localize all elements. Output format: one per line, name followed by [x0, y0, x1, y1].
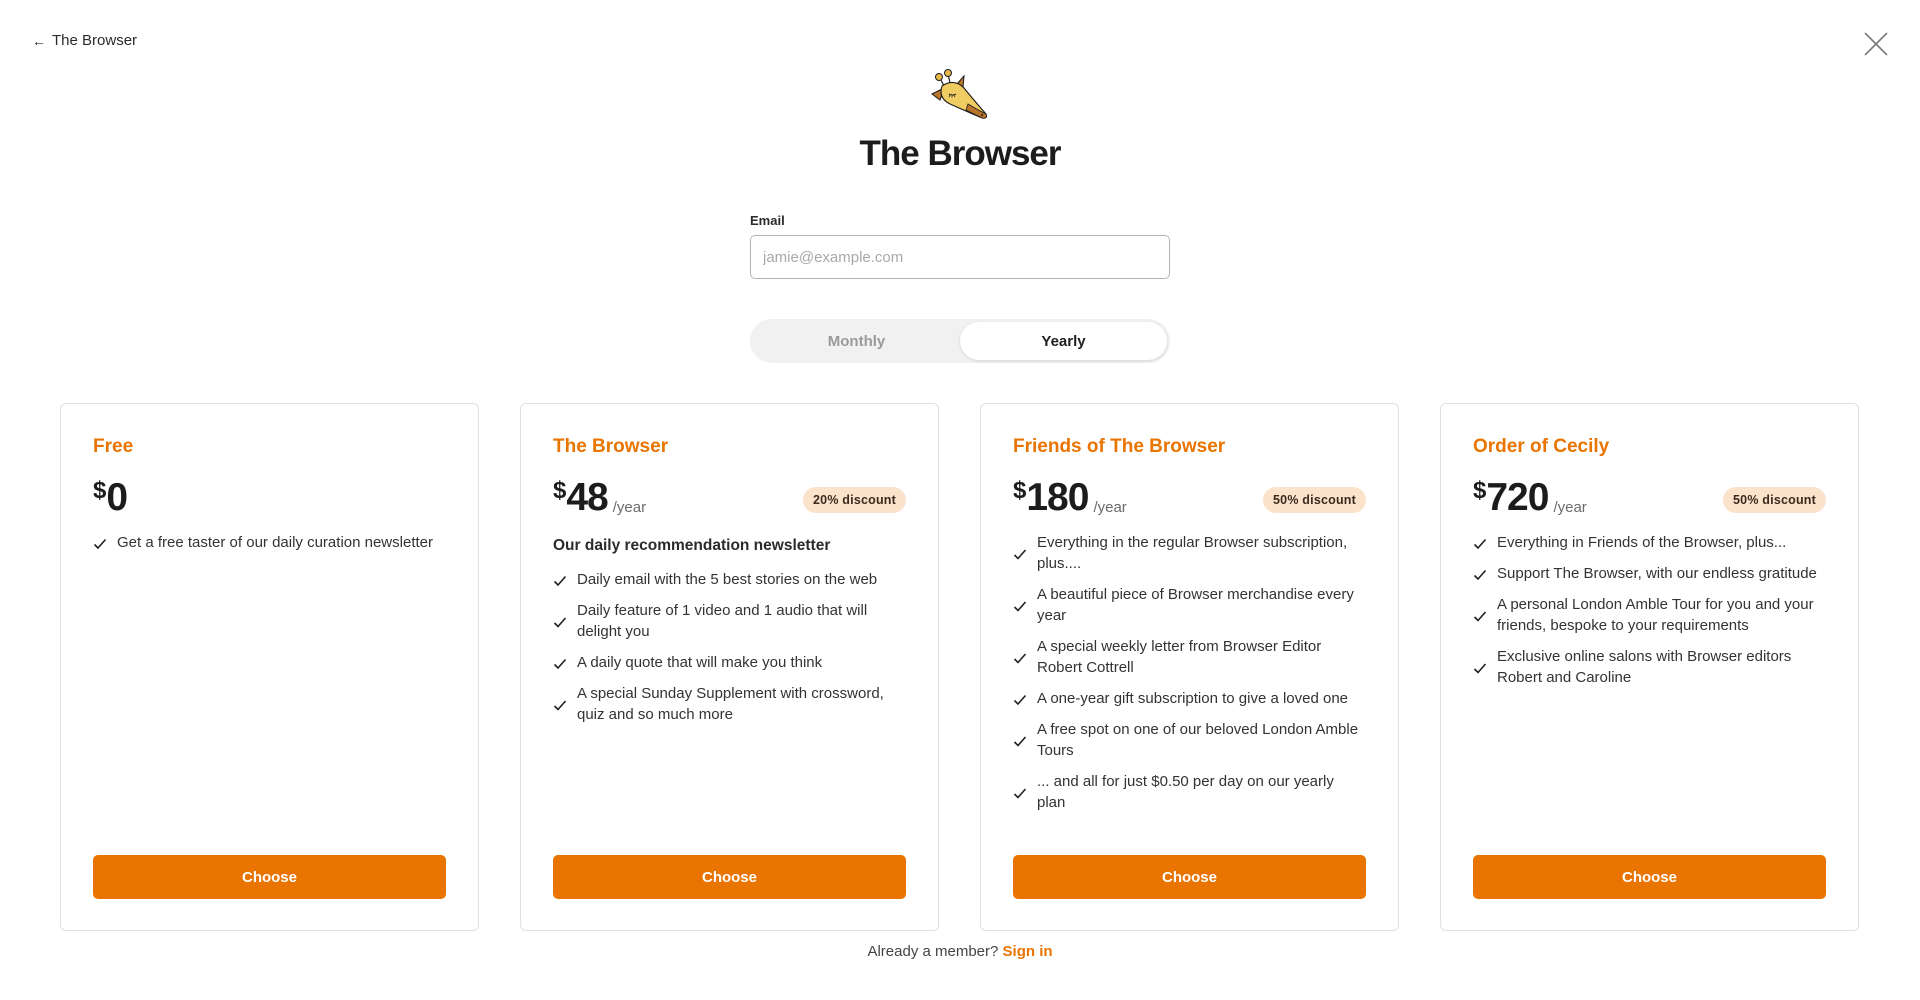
feature-item: Everything in the regular Browser subscr…	[1013, 532, 1366, 574]
plan-name: Free	[93, 436, 134, 457]
plan-card-free: Free $ 0 Get a free taster of our daily …	[60, 403, 479, 931]
check-icon	[1473, 569, 1487, 581]
feature-item: A special weekly letter from Browser Edi…	[1013, 636, 1366, 678]
feature-item: Exclusive online salons with Browser edi…	[1473, 646, 1826, 688]
price-row: $ 180 /year 50% discount	[1013, 478, 1366, 518]
toggle-monthly[interactable]: Monthly	[753, 322, 960, 360]
plan-subtitle: Our daily recommendation newsletter	[553, 537, 831, 554]
feature-text: ... and all for just $0.50 per day on ou…	[1037, 773, 1334, 811]
check-icon	[1013, 653, 1027, 664]
feature-item: A special Sunday Supplement with crosswo…	[553, 683, 906, 725]
price-amount: 0	[106, 476, 128, 519]
close-icon	[1864, 32, 1888, 56]
plan-name: Order of Cecily	[1473, 436, 1610, 457]
check-icon	[1473, 611, 1487, 622]
feature-text: Everything in the regular Browser subscr…	[1037, 534, 1348, 572]
choose-button-the-browser[interactable]: Choose	[553, 855, 906, 899]
close-button[interactable]	[1862, 30, 1890, 58]
feature-item: A personal London Amble Tour for you and…	[1473, 594, 1826, 636]
footer-signin: Already a member? Sign in	[0, 943, 1920, 960]
feature-text: Daily email with the 5 best stories on t…	[577, 571, 878, 588]
price-currency: $	[553, 477, 567, 504]
feature-text: A free spot on one of our beloved London…	[1037, 721, 1359, 759]
feature-item: Daily feature of 1 video and 1 audio tha…	[553, 600, 906, 642]
price-amount: 720	[1486, 476, 1549, 519]
plan-cards: Free $ 0 Get a free taster of our daily …	[60, 403, 1859, 931]
back-link-label: The Browser	[52, 32, 138, 49]
feature-list: Everything in Friends of the Browser, pl…	[1473, 532, 1826, 688]
price-row: $ 720 /year 50% discount	[1473, 478, 1826, 518]
site-title: The Browser	[859, 134, 1062, 173]
price-row: $ 0	[93, 478, 446, 518]
feature-item: ... and all for just $0.50 per day on ou…	[1013, 771, 1366, 813]
email-input[interactable]	[750, 235, 1170, 279]
feature-text: A daily quote that will make you think	[577, 654, 823, 671]
price-currency: $	[93, 477, 107, 504]
price-period: /year	[612, 499, 647, 516]
discount-badge: 50% discount	[1263, 487, 1366, 513]
check-icon	[1013, 788, 1027, 799]
price-period: /year	[1553, 499, 1587, 516]
email-label: Email	[750, 213, 785, 228]
arrow-left-icon: ←	[32, 32, 46, 49]
feature-item: Everything in Friends of the Browser, pl…	[1473, 532, 1826, 553]
feature-text: Everything in Friends of the Browser, pl…	[1497, 534, 1787, 551]
check-icon	[93, 538, 107, 550]
feature-text: Daily feature of 1 video and 1 audio tha…	[577, 602, 868, 640]
check-icon	[1013, 736, 1027, 747]
choose-button-order-of-cecily[interactable]: Choose	[1473, 855, 1826, 899]
feature-list: Daily email with the 5 best stories on t…	[553, 569, 906, 725]
plan-name: The Browser	[553, 436, 669, 457]
choose-button-free[interactable]: Choose	[93, 855, 446, 899]
toggle-yearly[interactable]: Yearly	[960, 322, 1167, 360]
feature-item: Get a free taster of our daily curation …	[93, 532, 446, 553]
feature-item: A free spot on one of our beloved London…	[1013, 719, 1366, 761]
billing-period-toggle: Monthly Yearly	[750, 319, 1170, 363]
plan-card-friends: Friends of The Browser $ 180 /year 50% d…	[980, 403, 1399, 931]
feature-text: A special Sunday Supplement with crosswo…	[577, 685, 884, 723]
plan-name: Friends of The Browser	[1013, 436, 1226, 457]
discount-badge: 50% discount	[1723, 487, 1826, 513]
choose-button-friends[interactable]: Choose	[1013, 855, 1366, 899]
feature-text: Get a free taster of our daily curation …	[117, 534, 433, 551]
price-currency: $	[1013, 477, 1027, 504]
sign-in-link[interactable]: Sign in	[1003, 943, 1053, 960]
feature-text: Exclusive online salons with Browser edi…	[1497, 648, 1792, 686]
feature-list: Everything in the regular Browser subscr…	[1013, 532, 1366, 813]
feature-text: A personal London Amble Tour for you and…	[1497, 596, 1814, 634]
discount-badge: 20% discount	[803, 487, 906, 513]
feature-item: A one-year gift subscription to give a l…	[1013, 688, 1366, 709]
check-icon	[1013, 694, 1027, 706]
plan-card-order-of-cecily: Order of Cecily $ 720 /year 50% discount…	[1440, 403, 1859, 931]
giraffe-logo	[931, 69, 988, 119]
plan-card-the-browser: The Browser $ 48 /year 20% discount Our …	[520, 403, 939, 931]
check-icon	[1473, 538, 1487, 550]
feature-text: A special weekly letter from Browser Edi…	[1037, 638, 1322, 676]
price-amount: 48	[566, 476, 608, 519]
feature-text: A beautiful piece of Browser merchandise…	[1037, 586, 1354, 624]
feature-list: Get a free taster of our daily curation …	[93, 532, 446, 553]
feature-item: A daily quote that will make you think	[553, 652, 906, 673]
price-currency: $	[1473, 477, 1487, 504]
feature-item: Support The Browser, with our endless gr…	[1473, 563, 1826, 584]
check-icon	[1013, 601, 1027, 612]
price-row: $ 48 /year 20% discount	[553, 478, 906, 518]
back-link[interactable]: ← The Browser	[32, 32, 137, 49]
check-icon	[1013, 549, 1027, 560]
feature-text: A one-year gift subscription to give a l…	[1037, 690, 1349, 707]
feature-item: Daily email with the 5 best stories on t…	[553, 569, 906, 590]
feature-text: Support The Browser, with our endless gr…	[1497, 565, 1817, 582]
check-icon	[553, 617, 567, 628]
price-period: /year	[1093, 499, 1127, 516]
footer-prompt: Already a member?	[867, 943, 999, 960]
price-amount: 180	[1026, 476, 1089, 519]
check-icon	[553, 700, 567, 711]
check-icon	[553, 575, 567, 587]
check-icon	[553, 658, 567, 670]
feature-item: A beautiful piece of Browser merchandise…	[1013, 584, 1366, 626]
check-icon	[1473, 663, 1487, 674]
